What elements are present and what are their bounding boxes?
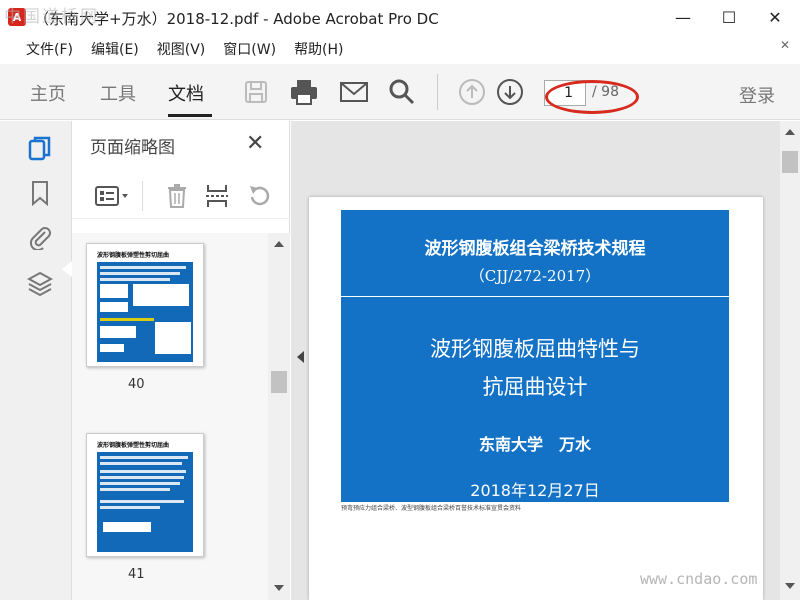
slide-date: 2018年12月27日 [470, 481, 600, 500]
scrollbar-thumb[interactable] [271, 371, 287, 393]
attachment-icon[interactable] [26, 223, 54, 251]
menu-help[interactable]: 帮助(H) [294, 39, 343, 59]
navigation-rail [0, 121, 72, 600]
page-down-icon[interactable] [494, 76, 526, 108]
toolbar-separator [437, 74, 438, 110]
tab-document[interactable]: 文档 [168, 80, 204, 106]
thumbnail-title: 波形钢腹板弹塑性剪切屈曲 [97, 442, 170, 449]
scroll-up-arrow[interactable] [785, 129, 795, 135]
print-icon[interactable] [288, 76, 320, 108]
thumbnail-page-41[interactable]: 波形钢腹板弹塑性剪切屈曲 [86, 433, 204, 557]
panel-pointer [62, 261, 72, 277]
rotate-page-icon[interactable] [244, 181, 274, 211]
scroll-down-arrow[interactable] [785, 583, 795, 589]
save-icon[interactable] [240, 76, 272, 108]
title-bar: A （东南大学+万水）2018-12.pdf - Adobe Acrobat P… [0, 0, 800, 34]
thumbnail-tools [72, 173, 290, 219]
tab-home[interactable]: 主页 [30, 80, 66, 106]
slide-header: 波形钢腹板组合梁桥技术规程 （CJJ/272-2017） [341, 210, 729, 296]
thumbnail-list[interactable]: 波形钢腹板弹塑性剪切屈曲 40 波形钢腹板弹塑性剪切屈曲 41 [72, 233, 268, 600]
acrobat-app-icon[interactable]: A [8, 8, 26, 26]
scrollbar-thumb[interactable] [782, 151, 798, 173]
document-view[interactable]: 波形钢腹板组合梁桥技术规程 （CJJ/272-2017） 波形钢腹板屈曲特性与 … [291, 121, 800, 600]
menu-file[interactable]: 文件(F) [26, 39, 73, 59]
thumbnail-scrollbar[interactable] [268, 233, 290, 600]
thumbnail-number: 40 [128, 377, 145, 392]
pages-icon[interactable] [26, 135, 54, 163]
slide-title-line-1: 波形钢腹板屈曲特性与 [430, 337, 640, 361]
collapse-panel-arrow[interactable] [297, 351, 304, 363]
close-panel-button[interactable]: ✕ [246, 131, 264, 156]
login-link[interactable]: 登录 [739, 82, 775, 108]
search-icon[interactable] [386, 76, 418, 108]
slide-title-line-2: 抗屈曲设计 [482, 375, 588, 399]
pdf-page: 波形钢腹板组合梁桥技术规程 （CJJ/272-2017） 波形钢腹板屈曲特性与 … [309, 197, 763, 600]
tab-tools[interactable]: 工具 [100, 80, 136, 106]
menu-bar: 文件(F) 编辑(E) 视图(V) 窗口(W) 帮助(H) [0, 36, 800, 62]
document-scrollbar[interactable] [780, 121, 800, 600]
close-window-button[interactable]: ✕ [752, 0, 798, 34]
maximize-button[interactable]: ☐ [706, 0, 752, 34]
layers-icon[interactable] [26, 269, 54, 297]
menu-window[interactable]: 窗口(W) [223, 39, 276, 59]
panel-title: 页面缩略图 [90, 138, 175, 158]
thumbnail-title: 波形钢腹板弹塑性剪切屈曲 [97, 252, 170, 259]
scroll-up-arrow[interactable] [274, 241, 284, 247]
delete-page-icon[interactable] [162, 181, 192, 211]
minimize-button[interactable]: — [660, 0, 706, 34]
menubar-close-doc-button[interactable]: ✕ [780, 38, 790, 52]
menu-edit[interactable]: 编辑(E) [91, 39, 139, 59]
page-thumbnails-panel: 页面缩略图 ✕ 波形钢腹板弹塑性剪切屈曲 40 波形钢腹板弹塑性剪切屈曲 41 [72, 121, 290, 600]
scroll-down-arrow[interactable] [274, 585, 284, 591]
slide-footnote: 预弯预应力组合梁桥、波型钢腹板组合梁桥百誉技术标准宣贯会资料 [341, 505, 522, 512]
extract-page-icon[interactable] [202, 181, 232, 211]
page-up-icon[interactable] [456, 76, 488, 108]
main-toolbar: 主页 工具 文档 1 / 98 登录 [0, 64, 800, 120]
mail-icon[interactable] [338, 76, 370, 108]
thumbnail-content [97, 262, 193, 362]
slide-header-title: 波形钢腹板组合梁桥技术规程 [424, 239, 646, 259]
bookmark-icon[interactable] [26, 179, 54, 207]
thumbnail-options-icon[interactable] [92, 181, 132, 211]
slide-body: 波形钢腹板屈曲特性与 抗屈曲设计 东南大学 万水 2018年12月27日 [341, 297, 729, 502]
active-tab-indicator [168, 114, 212, 117]
thumbnail-page-40[interactable]: 波形钢腹板弹塑性剪切屈曲 [86, 243, 204, 367]
thumbnail-number: 41 [128, 567, 145, 582]
slide-header-code: （CJJ/272-2017） [469, 267, 601, 285]
slide-author: 东南大学 万水 [478, 435, 591, 454]
tools-separator [142, 181, 143, 211]
page-number-input[interactable]: 1 [544, 80, 586, 106]
menu-view[interactable]: 视图(V) [157, 39, 206, 59]
thumbnail-content [97, 452, 193, 552]
window-title: （东南大学+万水）2018-12.pdf - Adobe Acrobat Pro… [34, 10, 439, 28]
page-total-count: / 98 [592, 84, 619, 100]
